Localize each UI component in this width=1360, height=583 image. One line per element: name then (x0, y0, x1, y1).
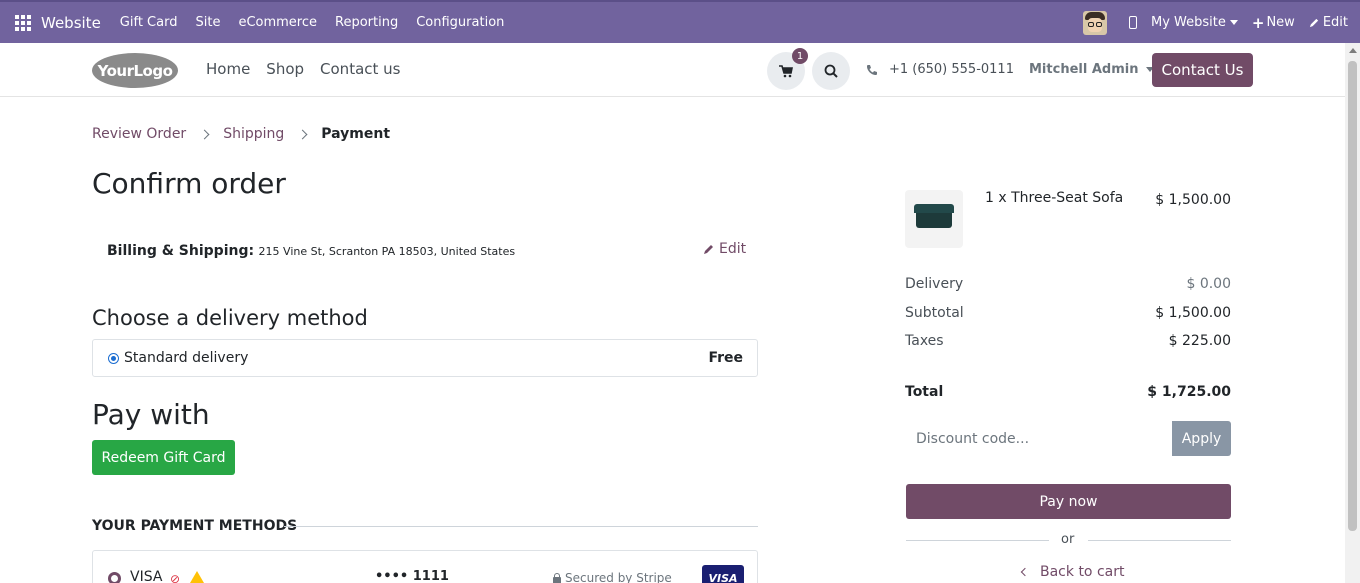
summary-taxes-value: $ 225.00 (1168, 333, 1231, 349)
delivery-heading: Choose a delivery method (92, 306, 368, 330)
phone-icon (867, 64, 877, 75)
summary-total-value: $ 1,725.00 (1147, 384, 1231, 400)
product-image (905, 190, 963, 248)
page-scrollbar[interactable] (1345, 43, 1360, 583)
scroll-thumb[interactable] (1348, 61, 1357, 531)
cart-button[interactable]: 1 (767, 48, 808, 90)
search-icon (824, 64, 838, 78)
user-avatar[interactable] (1083, 10, 1107, 35)
payment-methods-heading: YOUR PAYMENT METHODS (92, 518, 298, 534)
nav-shop[interactable]: Shop (266, 60, 304, 78)
contact-us-button[interactable]: Contact Us (1152, 53, 1253, 87)
product-price: $ 1,500.00 (1155, 192, 1231, 208)
menu-ecommerce[interactable]: eCommerce (238, 15, 317, 30)
menu-gift-card[interactable]: Gift Card (120, 15, 178, 30)
apply-discount-button[interactable]: Apply (1172, 421, 1231, 456)
website-header: YourLogo Home Shop Contact us 1 +1 (650)… (0, 43, 1345, 97)
phone-number: +1 (650) 555-0111 (889, 62, 1014, 77)
chevron-right-icon (199, 129, 210, 139)
menu-reporting[interactable]: Reporting (335, 15, 398, 30)
plus-icon: + (1251, 13, 1265, 32)
breadcrumb-review-order[interactable]: Review Order (92, 126, 186, 142)
nav-home[interactable]: Home (206, 60, 250, 78)
pencil-icon (704, 245, 713, 254)
discount-code-input[interactable] (905, 421, 1173, 456)
billing-shipping-info: Billing & Shipping: 215 Vine St, Scranto… (107, 243, 515, 259)
visa-logo: VISA (702, 565, 744, 583)
back-to-cart-link[interactable]: Back to cart (1020, 564, 1125, 580)
edit-button[interactable]: Edit (1309, 15, 1348, 30)
billing-label: Billing & Shipping: (107, 243, 255, 259)
summary-subtotal-value: $ 1,500.00 (1155, 305, 1231, 321)
pay-now-button[interactable]: Pay now (906, 484, 1231, 519)
redeem-gift-card-button[interactable]: Redeem Gift Card (92, 440, 235, 475)
my-website-dropdown[interactable]: My Website (1151, 15, 1238, 30)
mobile-preview-icon[interactable] (1129, 16, 1137, 29)
summary-subtotal-row: Subtotal $ 1,500.00 (905, 305, 1231, 321)
summary-delivery-row: Delivery $ 0.00 (905, 276, 1231, 292)
checkout-breadcrumb: Review Order Shipping Payment (92, 126, 390, 142)
search-button[interactable] (812, 52, 850, 90)
cart-icon (779, 64, 793, 77)
edit-address-label: Edit (719, 241, 747, 257)
summary-taxes-row: Taxes $ 225.00 (905, 333, 1231, 349)
edit-address-link[interactable]: Edit (703, 241, 746, 257)
summary-delivery-label: Delivery (905, 276, 964, 292)
cart-count-badge: 1 (792, 48, 808, 64)
card-last-digits: •••• 1111 (375, 569, 449, 583)
billing-address: 215 Vine St, Scranton PA 18503, United S… (258, 245, 516, 258)
back-to-cart-label: Back to cart (1040, 564, 1125, 580)
admin-topbar: Website Gift Card Site eCommerce Reporti… (0, 0, 1360, 43)
eye-slash-icon: ⊘ (170, 572, 181, 583)
header-phone[interactable]: +1 (650) 555-0111 (866, 62, 1014, 77)
user-name: Mitchell Admin (1029, 62, 1139, 77)
delivery-option-standard[interactable]: Standard delivery Free (92, 339, 758, 377)
chevron-right-icon (297, 129, 308, 139)
summary-total-row: Total $ 1,725.00 (905, 384, 1231, 400)
delivery-method-name: Standard delivery (124, 350, 249, 366)
payment-card-name: VISA (130, 569, 163, 583)
chevron-down-icon (1229, 20, 1238, 25)
apps-grid-icon[interactable] (15, 14, 31, 31)
divider (1088, 540, 1231, 541)
or-separator: or (1061, 532, 1075, 547)
summary-taxes-label: Taxes (905, 333, 944, 349)
my-website-label: My Website (1151, 15, 1226, 30)
menu-site[interactable]: Site (195, 15, 220, 30)
app-brand[interactable]: Website (41, 14, 101, 32)
saved-payment-method[interactable]: VISA ⊘ •••• 1111 Secured by Stripe VISA (92, 550, 758, 583)
breadcrumb-payment: Payment (321, 126, 391, 142)
divider (906, 540, 1049, 541)
user-dropdown[interactable]: Mitchell Admin (1029, 62, 1155, 77)
nav-contact-us[interactable]: Contact us (320, 60, 400, 78)
sofa-thumbnail (914, 204, 954, 228)
lock-icon (553, 572, 561, 583)
breadcrumb-shipping[interactable]: Shipping (223, 126, 284, 142)
pay-with-heading: Pay with (92, 398, 210, 431)
new-label: New (1266, 15, 1295, 30)
main-nav: Home Shop Contact us (206, 60, 416, 78)
payment-method-radio[interactable] (108, 572, 121, 583)
summary-delivery-value: $ 0.00 (1186, 276, 1231, 292)
delivery-method-price: Free (708, 350, 743, 366)
summary-subtotal-label: Subtotal (905, 305, 964, 321)
summary-total-label: Total (905, 384, 944, 400)
edit-label: Edit (1322, 15, 1348, 30)
chevron-left-icon (1020, 567, 1030, 577)
page-title: Confirm order (92, 167, 286, 200)
secured-label: Secured by Stripe (565, 571, 672, 583)
secured-by-stripe: Secured by Stripe (553, 571, 672, 583)
pencil-icon (1309, 18, 1318, 28)
site-logo[interactable]: YourLogo (92, 53, 178, 88)
menu-configuration[interactable]: Configuration (416, 15, 504, 30)
new-button[interactable]: + New (1252, 14, 1295, 32)
divider (284, 526, 758, 527)
delivery-radio[interactable] (108, 352, 119, 364)
scroll-up-icon[interactable] (1349, 48, 1357, 53)
warning-icon (190, 571, 204, 583)
